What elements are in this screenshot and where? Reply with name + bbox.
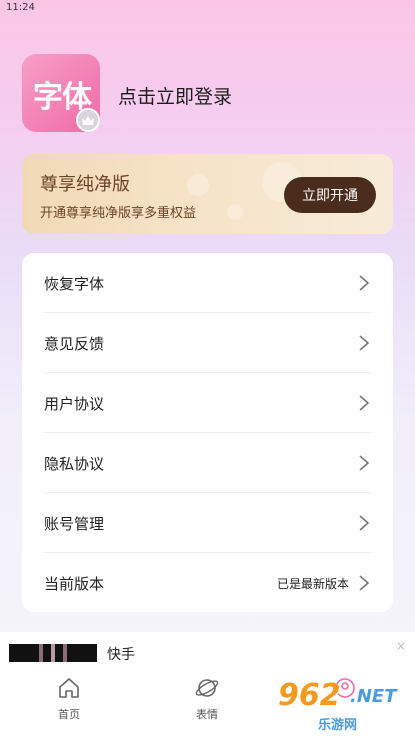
ad-thumbnail <box>9 644 97 664</box>
decor-bubble <box>227 204 243 220</box>
menu-item-label: 意见反馈 <box>44 335 105 353</box>
menu-item-user-agreement[interactable]: 用户协议 <box>22 373 393 433</box>
vip-banner[interactable]: 尊享纯净版 开通尊享纯净版享多重权益 立即开通 <box>22 154 393 234</box>
nav-label: 首页 <box>58 708 80 721</box>
vip-title: 尊享纯净版 <box>40 174 130 195</box>
chevron-right-icon <box>359 575 370 591</box>
status-time: 11:24 <box>6 2 35 13</box>
vip-subtitle: 开通尊享纯净版享多重权益 <box>40 206 197 221</box>
profile-header[interactable]: 字体 点击立即登录 <box>22 54 402 134</box>
menu-item-label: 账号管理 <box>44 515 105 533</box>
site-watermark: 962 .NET 乐游网 <box>278 672 408 733</box>
menu-item-feedback[interactable]: 意见反馈 <box>22 313 393 373</box>
ad-title: 快手 <box>107 647 135 663</box>
menu-item-restore-font[interactable]: 恢复字体 <box>22 253 393 313</box>
login-link[interactable]: 点击立即登录 <box>118 82 232 109</box>
decor-bubble <box>187 174 209 196</box>
home-icon <box>59 678 79 698</box>
menu-item-label: 当前版本 <box>44 575 105 593</box>
menu-item-label: 隐私协议 <box>44 455 105 473</box>
menu-item-version[interactable]: 当前版本 已是最新版本 <box>22 553 393 613</box>
chevron-right-icon <box>359 275 370 291</box>
nav-label: 表情 <box>196 708 218 721</box>
watermark-domain: .NET <box>350 686 397 707</box>
ad-banner[interactable]: 快手 × <box>0 632 415 664</box>
menu-item-account[interactable]: 账号管理 <box>22 493 393 553</box>
status-bar: 11:24 <box>0 0 415 18</box>
thumb-detail <box>39 644 43 664</box>
menu-item-privacy[interactable]: 隐私协议 <box>22 433 393 493</box>
nav-tab-emoji[interactable]: 表情 <box>167 674 247 734</box>
menu-item-label: 用户协议 <box>44 395 105 413</box>
vip-activate-button[interactable]: 立即开通 <box>284 177 376 213</box>
crown-icon <box>76 108 100 132</box>
chevron-right-icon <box>359 515 370 531</box>
version-status: 已是最新版本 <box>276 577 349 591</box>
app-logo: 字体 <box>22 54 100 132</box>
thumb-detail <box>63 644 67 664</box>
nav-tab-home[interactable]: 首页 <box>29 674 109 734</box>
chevron-right-icon <box>359 395 370 411</box>
thumb-detail <box>51 644 55 664</box>
ad-close-button[interactable]: × <box>396 639 406 653</box>
settings-menu: 恢复字体 意见反馈 用户协议 隐私协议 账号管理 当前版本 已是最新版本 <box>22 253 393 612</box>
chevron-right-icon <box>359 455 370 471</box>
planet-icon <box>195 679 219 697</box>
watermark-subtitle: 乐游网 <box>318 718 358 733</box>
menu-item-label: 恢复字体 <box>44 275 105 293</box>
watermark-number: 962 <box>278 678 341 713</box>
chevron-right-icon <box>359 335 370 351</box>
